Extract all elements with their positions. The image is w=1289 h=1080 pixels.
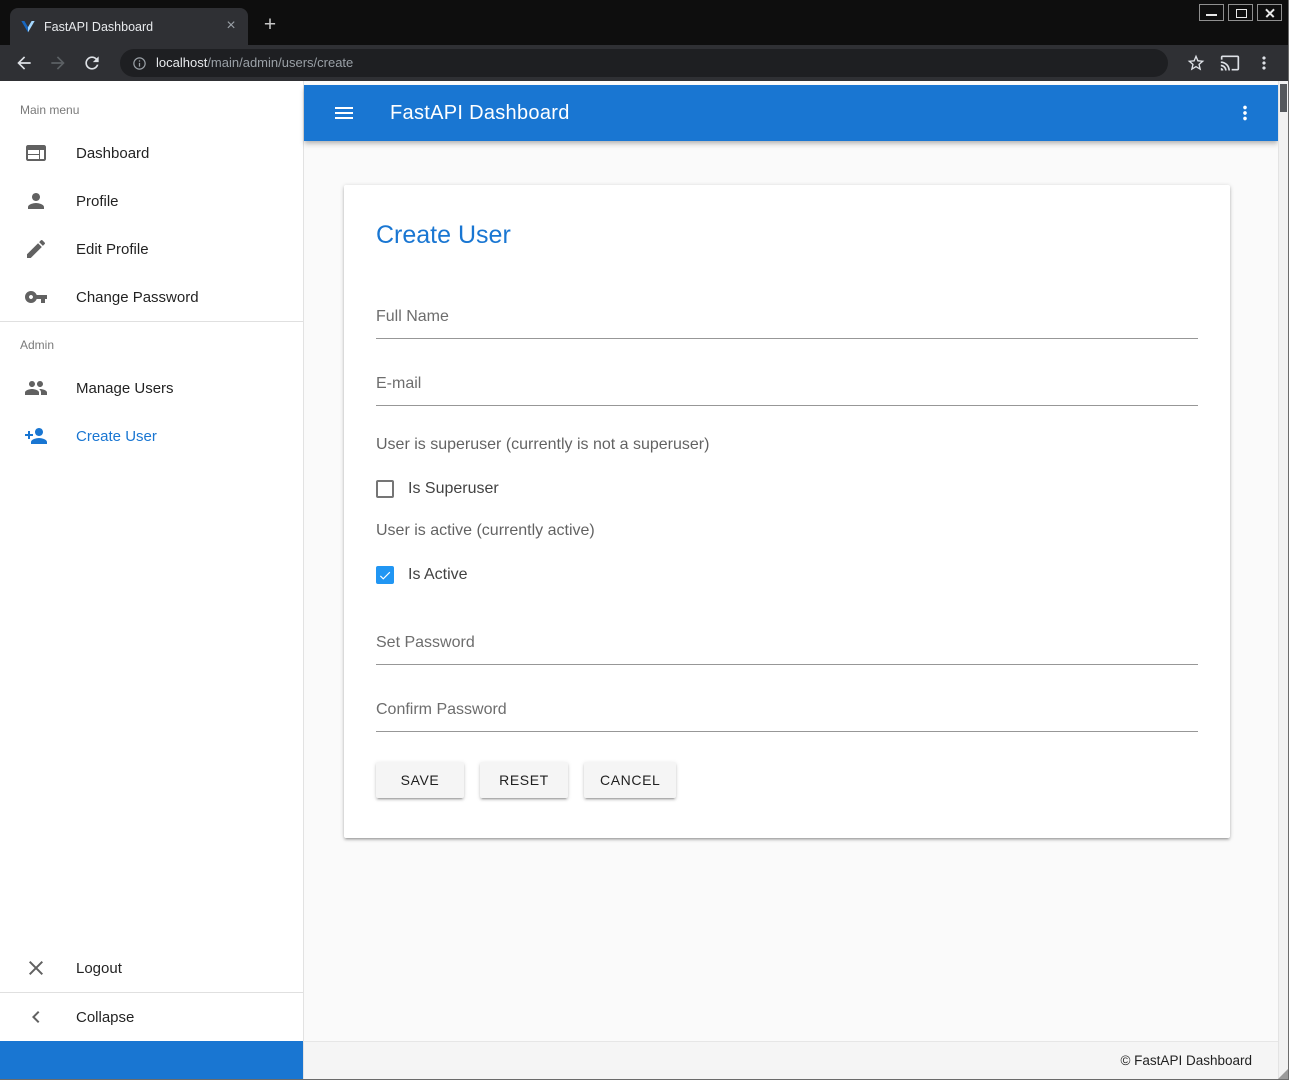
sidebar-item-profile[interactable]: Profile	[0, 177, 303, 225]
kebab-menu-icon	[1234, 102, 1256, 124]
tab-close-icon[interactable]: ×	[222, 18, 240, 36]
sidebar-item-label: Edit Profile	[76, 241, 149, 258]
sidebar-spacer	[0, 460, 303, 944]
back-arrow-icon	[14, 53, 34, 73]
page-title: Create User	[376, 221, 1198, 250]
url-text: localhost/main/admin/users/create	[156, 54, 353, 72]
browser-toolbar: localhost/main/admin/users/create	[0, 45, 1288, 81]
browser-window: FastAPI Dashboard × + localhost/main/adm…	[0, 0, 1289, 1080]
sidebar-item-manage-users[interactable]: Manage Users	[0, 364, 303, 412]
cast-icon	[1220, 53, 1240, 73]
superuser-checkbox-row: Is Superuser	[376, 480, 1198, 498]
forward-arrow-icon	[48, 53, 68, 73]
set-password-input[interactable]	[376, 628, 1198, 665]
hamburger-menu-button[interactable]	[330, 99, 358, 127]
star-icon	[1186, 53, 1206, 73]
app-bar: FastAPI Dashboard	[304, 85, 1278, 141]
content-area: Create User User is superuser (currently…	[304, 141, 1278, 1041]
window-minimize-button[interactable]	[1199, 4, 1224, 21]
kebab-menu-icon	[1254, 53, 1274, 73]
confirm-password-field	[376, 695, 1198, 732]
full-name-field	[376, 302, 1198, 339]
sidebar-section-main-menu: Main menu	[0, 81, 303, 129]
sidebar-item-label: Profile	[76, 193, 119, 210]
page-footer: © FastAPI Dashboard	[304, 1041, 1278, 1079]
vuetify-favicon	[20, 19, 36, 35]
sidebar-item-label: Create User	[76, 428, 157, 445]
create-user-card: Create User User is superuser (currently…	[344, 185, 1230, 838]
sidebar-item-logout[interactable]: Logout	[0, 944, 303, 992]
dashboard-icon	[24, 141, 48, 165]
copyright-text: © FastAPI Dashboard	[1120, 1053, 1252, 1068]
appbar-title: FastAPI Dashboard	[390, 102, 570, 125]
browser-titlebar: FastAPI Dashboard × +	[0, 0, 1288, 45]
is-active-checkbox[interactable]	[376, 566, 394, 584]
sidebar: Main menu Dashboard Profile Edit Profile	[0, 81, 304, 1079]
close-x-icon	[24, 956, 48, 980]
page-body: Main menu Dashboard Profile Edit Profile	[0, 81, 1288, 1079]
resize-grip	[1278, 1069, 1288, 1079]
page-info-icon[interactable]	[132, 56, 147, 71]
sidebar-section-admin: Admin	[0, 322, 303, 364]
person-icon	[24, 189, 48, 213]
form-buttons: SAVE RESET CANCEL	[376, 762, 1198, 798]
hamburger-icon	[332, 101, 356, 125]
sidebar-item-edit-profile[interactable]: Edit Profile	[0, 225, 303, 273]
reset-button[interactable]: RESET	[480, 762, 568, 798]
is-superuser-checkbox[interactable]	[376, 480, 394, 498]
scrollbar-thumb[interactable]	[1280, 84, 1287, 112]
sidebar-item-change-password[interactable]: Change Password	[0, 273, 303, 321]
url-path: /main/admin/users/create	[207, 55, 353, 70]
browser-menu-button[interactable]	[1250, 49, 1278, 77]
sidebar-item-label: Collapse	[76, 1009, 134, 1026]
superuser-hint: User is superuser (currently is not a su…	[376, 436, 1198, 454]
window-maximize-button[interactable]	[1228, 4, 1253, 21]
address-bar[interactable]: localhost/main/admin/users/create	[120, 49, 1168, 77]
person-add-icon	[24, 424, 48, 448]
save-button[interactable]: SAVE	[376, 762, 464, 798]
email-field	[376, 369, 1198, 406]
cast-button[interactable]	[1216, 49, 1244, 77]
people-icon	[24, 376, 48, 400]
reload-icon	[82, 53, 102, 73]
sidebar-item-label: Dashboard	[76, 145, 149, 162]
tab-title: FastAPI Dashboard	[44, 20, 214, 34]
cancel-button[interactable]: CANCEL	[584, 762, 676, 798]
reload-button[interactable]	[78, 49, 106, 77]
sidebar-item-collapse[interactable]: Collapse	[0, 993, 303, 1041]
checkbox-label: Is Superuser	[408, 480, 499, 498]
confirm-password-input[interactable]	[376, 695, 1198, 732]
sidebar-item-dashboard[interactable]: Dashboard	[0, 129, 303, 177]
sidebar-footer-bar	[0, 1041, 303, 1079]
back-button[interactable]	[10, 49, 38, 77]
pencil-icon	[24, 237, 48, 261]
checkbox-label: Is Active	[408, 566, 468, 584]
appbar-menu-button[interactable]	[1230, 98, 1260, 128]
forward-button[interactable]	[44, 49, 72, 77]
key-icon	[24, 285, 48, 309]
sidebar-item-label: Manage Users	[76, 380, 174, 397]
active-checkbox-row: Is Active	[376, 566, 1198, 584]
sidebar-item-create-user[interactable]: Create User	[0, 412, 303, 460]
url-host: localhost	[156, 55, 207, 70]
set-password-field	[376, 628, 1198, 665]
sidebar-item-label: Logout	[76, 960, 122, 977]
active-hint: User is active (currently active)	[376, 522, 1198, 540]
chevron-left-icon	[24, 1005, 48, 1029]
vertical-scrollbar[interactable]	[1278, 81, 1288, 1079]
full-name-input[interactable]	[376, 302, 1198, 339]
check-icon	[378, 568, 392, 583]
window-controls	[1199, 4, 1282, 21]
sidebar-item-label: Change Password	[76, 289, 199, 306]
bookmark-button[interactable]	[1182, 49, 1210, 77]
window-close-button[interactable]	[1257, 4, 1282, 21]
new-tab-button[interactable]: +	[256, 12, 284, 40]
browser-tab[interactable]: FastAPI Dashboard ×	[10, 8, 248, 45]
email-input[interactable]	[376, 369, 1198, 406]
main-area: FastAPI Dashboard Create User User is su…	[304, 81, 1278, 1079]
